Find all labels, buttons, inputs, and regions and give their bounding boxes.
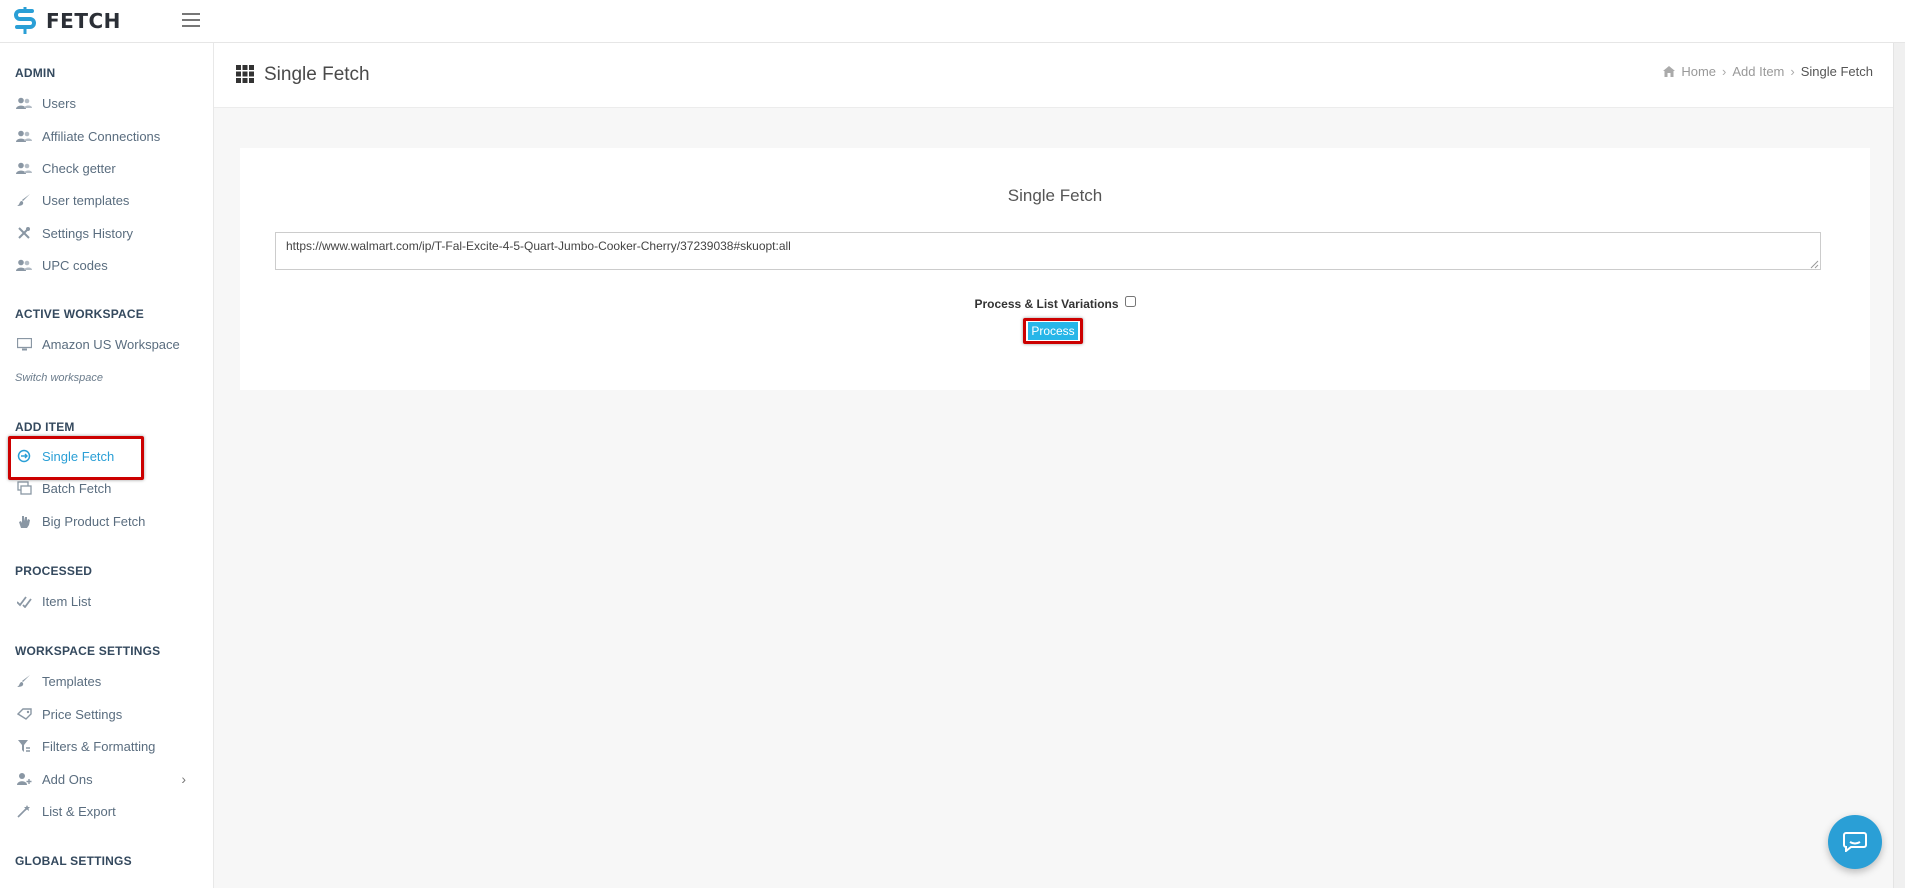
brush-icon — [15, 193, 33, 207]
product-url-input[interactable]: https://www.walmart.com/ip/T-Fal-Excite-… — [275, 232, 1821, 270]
sidebar-item-label: Batch Fetch — [42, 480, 112, 496]
sidebar-item-affiliate-connections[interactable]: Affiliate Connections — [15, 125, 160, 147]
chat-widget-button[interactable] — [1828, 815, 1882, 869]
sidebar-item-templates[interactable]: Templates — [15, 670, 101, 692]
breadcrumb-separator-icon: › — [1790, 64, 1795, 79]
sidebar-item-label: Amazon US Workspace — [42, 336, 180, 352]
sidebar-item-label: Add Ons — [42, 771, 93, 787]
users-icon — [15, 96, 33, 110]
variations-checkbox[interactable] — [1124, 296, 1136, 307]
sidebar-item-label: List & Export — [42, 803, 116, 819]
grid-icon — [236, 65, 254, 83]
breadcrumb: Home › Add Item › Single Fetch — [1663, 64, 1873, 79]
checks-icon — [15, 594, 33, 608]
sidebar-item-price-settings[interactable]: Price Settings — [15, 703, 122, 725]
magic-icon — [15, 804, 33, 818]
home-icon — [1663, 66, 1676, 77]
page-scrollbar[interactable] — [1893, 43, 1905, 888]
section-title-workspace-settings: WORKSPACE SETTINGS — [15, 644, 161, 658]
sidebar-item-label: Big Product Fetch — [42, 513, 146, 529]
filter-icon — [15, 739, 33, 753]
sidebar: ADMIN Users Affiliate Connections Check … — [0, 43, 214, 888]
breadcrumb-current: Single Fetch — [1800, 64, 1873, 79]
breadcrumb-add-item[interactable]: Add Item — [1732, 64, 1784, 79]
users-icon — [15, 258, 33, 272]
sidebar-item-list-export[interactable]: List & Export — [15, 800, 116, 822]
tags-icon — [15, 707, 33, 721]
sidebar-item-single-fetch[interactable]: Single Fetch — [15, 445, 114, 467]
hamburger-menu-icon[interactable] — [180, 10, 202, 30]
app-name: FETCH — [46, 9, 121, 33]
section-title-global-settings: GLOBAL SETTINGS — [15, 854, 132, 868]
sidebar-item-user-templates[interactable]: User templates — [15, 189, 129, 211]
user-plus-icon — [15, 772, 33, 786]
process-button-highlight: Process — [1023, 318, 1083, 344]
batch-icon — [15, 481, 33, 495]
fetch-logo-icon — [14, 7, 36, 34]
sidebar-item-add-ons[interactable]: Add Ons › — [15, 768, 200, 790]
sidebar-item-label: Item List — [42, 593, 92, 609]
sidebar-item-check-getter[interactable]: Check getter — [15, 157, 116, 179]
single-fetch-card: Single Fetch https://www.walmart.com/ip/… — [240, 148, 1870, 390]
sidebar-item-label: UPC codes — [42, 257, 108, 273]
sidebar-item-label: Users — [42, 95, 76, 111]
resize-handle-icon[interactable] — [1810, 260, 1819, 269]
chat-icon — [1843, 832, 1867, 852]
process-button[interactable]: Process — [1028, 322, 1078, 340]
page-title: Single Fetch — [264, 64, 370, 85]
variations-option: Process & List Variations — [240, 296, 1870, 311]
switch-workspace-link[interactable]: Switch workspace — [15, 372, 103, 384]
sidebar-item-batch-fetch[interactable]: Batch Fetch — [15, 477, 111, 499]
chevron-right-icon: › — [181, 771, 186, 787]
variations-label[interactable]: Process & List Variations — [974, 297, 1118, 311]
sidebar-item-label: Single Fetch — [42, 448, 115, 464]
monitor-icon — [15, 337, 33, 351]
brush-icon — [15, 674, 33, 688]
top-bar: FETCH — [0, 0, 1905, 43]
sidebar-item-filters-formatting[interactable]: Filters & Formatting — [15, 735, 155, 757]
sidebar-item-item-list[interactable]: Item List — [15, 590, 91, 612]
page-header: Single Fetch Home › Add Item › Single Fe… — [214, 43, 1905, 108]
sidebar-item-amazon-us-workspace[interactable]: Amazon US Workspace — [15, 333, 180, 355]
sidebar-item-label: Filters & Formatting — [42, 738, 156, 754]
sidebar-item-label: Templates — [42, 673, 102, 689]
users-icon — [15, 129, 33, 143]
section-title-add-item: ADD ITEM — [15, 420, 75, 434]
sidebar-item-upc-codes[interactable]: UPC codes — [15, 254, 108, 276]
sidebar-item-label: Check getter — [42, 160, 116, 176]
section-title-admin: ADMIN — [15, 66, 56, 80]
sidebar-item-users[interactable]: Users — [15, 92, 76, 114]
fetch-icon — [15, 449, 33, 463]
sidebar-item-settings-history[interactable]: Settings History — [15, 222, 133, 244]
hand-icon — [15, 514, 33, 528]
section-title-active-workspace: ACTIVE WORKSPACE — [15, 307, 144, 321]
breadcrumb-separator-icon: › — [1722, 64, 1727, 79]
users-icon — [15, 161, 33, 175]
sidebar-item-big-product-fetch[interactable]: Big Product Fetch — [15, 510, 145, 532]
sidebar-item-label: Price Settings — [42, 706, 123, 722]
breadcrumb-home[interactable]: Home — [1681, 64, 1716, 79]
sidebar-item-label: Affiliate Connections — [42, 128, 161, 144]
logo[interactable]: FETCH — [12, 6, 121, 36]
card-title: Single Fetch — [1007, 186, 1103, 205]
sidebar-item-label: User templates — [42, 192, 130, 208]
section-title-processed: PROCESSED — [15, 564, 93, 578]
sidebar-item-label: Settings History — [42, 225, 134, 241]
tools-icon — [15, 226, 33, 240]
